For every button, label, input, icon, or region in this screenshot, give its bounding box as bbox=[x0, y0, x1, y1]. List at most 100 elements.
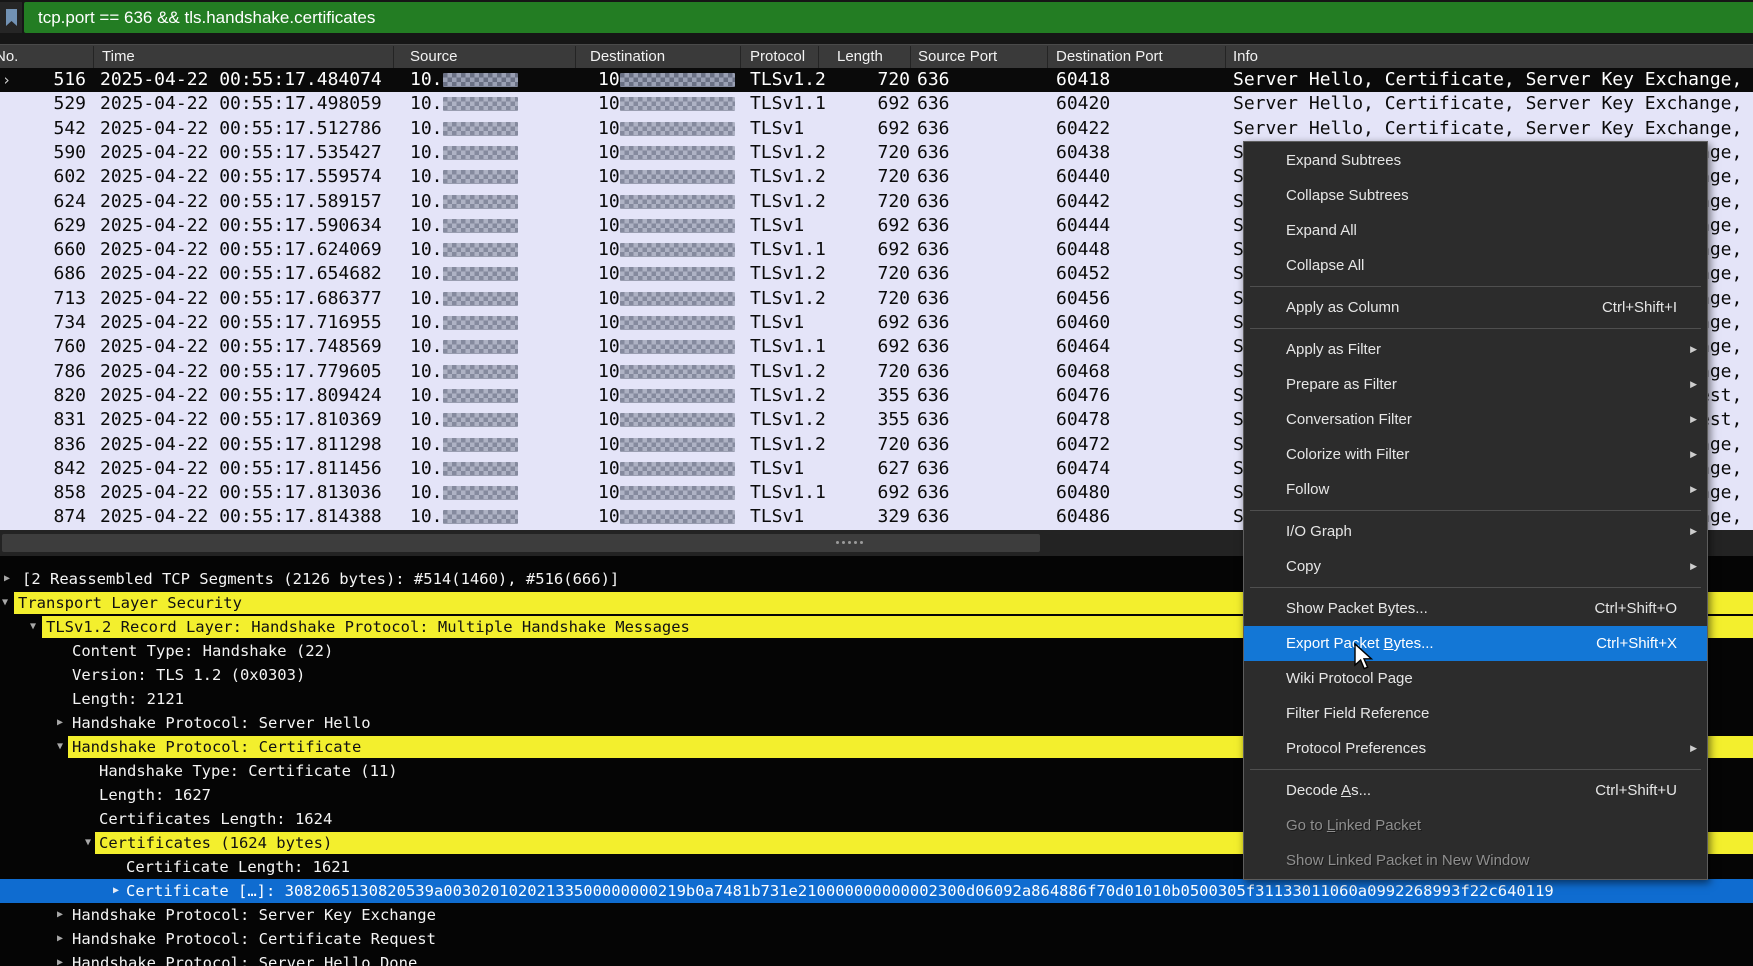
submenu-arrow-icon: ▶ bbox=[1690, 449, 1697, 460]
tree-row-text: Length: 1627 bbox=[99, 783, 211, 807]
cell-length: 692 bbox=[828, 311, 910, 335]
collapse-arrow-icon[interactable]: ▼ bbox=[85, 831, 91, 855]
tree-row-16[interactable]: ▶Handshake Protocol: Server Hello Done bbox=[0, 951, 1753, 966]
cell-destination-port: 60468 bbox=[1056, 360, 1110, 384]
cell-no: 624 bbox=[0, 190, 86, 214]
menu-item-filter-field-reference[interactable]: Filter Field Reference bbox=[1244, 696, 1707, 731]
menu-item-show-packet-bytes[interactable]: Show Packet Bytes...Ctrl+Shift+O bbox=[1244, 591, 1707, 626]
tree-row-15[interactable]: ▶Handshake Protocol: Certificate Request bbox=[0, 927, 1753, 951]
menu-item-copy[interactable]: Copy▶ bbox=[1244, 549, 1707, 584]
column-header-time[interactable]: Time bbox=[102, 45, 135, 69]
cell-info: Server Hello, Certificate, Server Key Ex… bbox=[1233, 92, 1753, 116]
column-separator[interactable] bbox=[1225, 46, 1226, 68]
cell-destination-port: 60452 bbox=[1056, 262, 1110, 286]
expand-arrow-icon[interactable]: ▶ bbox=[57, 903, 63, 927]
cell-destination-port: 60420 bbox=[1056, 92, 1110, 116]
pane-splitter-grip[interactable] bbox=[836, 541, 863, 544]
column-header-info[interactable]: Info bbox=[1233, 45, 1258, 69]
redacted-source-ip bbox=[443, 486, 518, 500]
menu-item-apply-as-filter[interactable]: Apply as Filter▶ bbox=[1244, 332, 1707, 367]
cell-destination-port: 60474 bbox=[1056, 457, 1110, 481]
cell-destination-port: 60472 bbox=[1056, 433, 1110, 457]
scrollbar-handle[interactable] bbox=[2, 534, 1040, 552]
collapse-arrow-icon[interactable]: ▼ bbox=[57, 735, 63, 759]
redacted-destination-ip bbox=[620, 316, 735, 330]
tree-row-13[interactable]: ▶ Certificate […]: 3082065130820539a00302… bbox=[0, 879, 1753, 903]
cell-time: 2025-04-22 00:55:17.484074 bbox=[100, 68, 382, 92]
cell-length: 692 bbox=[828, 238, 910, 262]
submenu-arrow-icon: ▶ bbox=[1690, 561, 1697, 572]
cell-source: 10. bbox=[410, 68, 518, 92]
packet-row-542[interactable]: 5422025-04-22 00:55:17.51278610.10TLSv16… bbox=[0, 117, 1753, 141]
expand-arrow-icon[interactable]: ▶ bbox=[113, 879, 119, 903]
menu-item-follow[interactable]: Follow▶ bbox=[1244, 472, 1707, 507]
column-header-protocol[interactable]: Protocol bbox=[750, 45, 805, 69]
cell-no: 858 bbox=[0, 481, 86, 505]
expand-arrow-icon[interactable]: ▶ bbox=[57, 927, 63, 951]
column-separator[interactable] bbox=[740, 46, 741, 68]
cell-source: 10. bbox=[410, 117, 518, 141]
display-filter-input[interactable]: tcp.port == 636 && tls.handshake.certifi… bbox=[24, 2, 1753, 33]
menu-separator bbox=[1250, 328, 1701, 329]
column-header-destination[interactable]: Destination bbox=[590, 45, 665, 69]
cell-destination-port: 60448 bbox=[1056, 238, 1110, 262]
cell-source: 10. bbox=[410, 335, 518, 359]
column-separator[interactable] bbox=[575, 46, 576, 68]
packet-row-516[interactable]: ›5162025-04-22 00:55:17.48407410.10TLSv1… bbox=[0, 68, 1753, 92]
menu-separator bbox=[1250, 769, 1701, 770]
column-separator[interactable] bbox=[818, 46, 819, 68]
cell-no: 660 bbox=[0, 238, 86, 262]
column-header-destination-port[interactable]: Destination Port bbox=[1056, 45, 1163, 69]
cell-protocol: TLSv1.1 bbox=[750, 92, 826, 116]
cell-time: 2025-04-22 00:55:17.811456 bbox=[100, 457, 382, 481]
cell-destination-port: 60476 bbox=[1056, 384, 1110, 408]
cell-time: 2025-04-22 00:55:17.811298 bbox=[100, 433, 382, 457]
cell-source-port: 636 bbox=[917, 457, 950, 481]
collapse-arrow-icon[interactable]: ▼ bbox=[2, 591, 8, 615]
cell-destination: 10 bbox=[598, 165, 735, 189]
menu-item-conversation-filter[interactable]: Conversation Filter▶ bbox=[1244, 402, 1707, 437]
expand-arrow-icon[interactable]: ▶ bbox=[57, 951, 63, 966]
column-separator[interactable] bbox=[910, 46, 911, 68]
packet-list-header: No. Time Source Destination Protocol Length So… bbox=[0, 44, 1753, 69]
menu-item-protocol-preferences[interactable]: Protocol Preferences▶ bbox=[1244, 731, 1707, 766]
column-header-source[interactable]: Source bbox=[410, 45, 458, 69]
menu-separator bbox=[1250, 510, 1701, 511]
packet-row-529[interactable]: 5292025-04-22 00:55:17.49805910.10TLSv1.… bbox=[0, 92, 1753, 116]
redacted-destination-ip bbox=[620, 243, 735, 257]
menu-item-expand-all[interactable]: Expand All bbox=[1244, 213, 1707, 248]
column-header-no[interactable]: No. bbox=[0, 45, 18, 69]
column-header-source-port[interactable]: Source Port bbox=[918, 45, 997, 69]
cell-protocol: TLSv1.2 bbox=[750, 68, 826, 92]
redacted-source-ip bbox=[443, 389, 518, 403]
expand-arrow-icon[interactable]: ▶ bbox=[4, 567, 10, 591]
collapse-arrow-icon[interactable]: ▼ bbox=[30, 615, 36, 639]
menu-item-export-packet-bytes[interactable]: Export Packet Bytes...Ctrl+Shift+X bbox=[1244, 626, 1707, 661]
column-separator[interactable] bbox=[1047, 46, 1048, 68]
tree-row-14[interactable]: ▶Handshake Protocol: Server Key Exchange bbox=[0, 903, 1753, 927]
filter-bookmark-button[interactable] bbox=[0, 2, 22, 33]
expand-arrow-icon[interactable]: ▶ bbox=[57, 711, 63, 735]
menu-item-apply-as-column[interactable]: Apply as ColumnCtrl+Shift+I bbox=[1244, 290, 1707, 325]
cell-destination-port: 60460 bbox=[1056, 311, 1110, 335]
menu-item-collapse-all[interactable]: Collapse All bbox=[1244, 248, 1707, 283]
cell-no: 713 bbox=[0, 287, 86, 311]
cell-no: 734 bbox=[0, 311, 86, 335]
cell-source: 10. bbox=[410, 214, 518, 238]
cell-destination: 10 bbox=[598, 214, 735, 238]
menu-item-collapse-subtrees[interactable]: Collapse Subtrees bbox=[1244, 178, 1707, 213]
menu-item-prepare-as-filter[interactable]: Prepare as Filter▶ bbox=[1244, 367, 1707, 402]
menu-item-decode-as[interactable]: Decode As...Ctrl+Shift+U bbox=[1244, 773, 1707, 808]
cell-length: 692 bbox=[828, 117, 910, 141]
tree-row-text: Certificate […]: 3082065130820539a003020… bbox=[126, 879, 1554, 903]
menu-item-i-o-graph[interactable]: I/O Graph▶ bbox=[1244, 514, 1707, 549]
column-separator[interactable] bbox=[393, 46, 394, 68]
menu-item-wiki-protocol-page[interactable]: Wiki Protocol Page bbox=[1244, 661, 1707, 696]
menu-item-colorize-with-filter[interactable]: Colorize with Filter▶ bbox=[1244, 437, 1707, 472]
cell-length: 329 bbox=[828, 505, 910, 529]
column-separator[interactable] bbox=[93, 46, 94, 68]
menu-item-expand-subtrees[interactable]: Expand Subtrees bbox=[1244, 143, 1707, 178]
column-header-length[interactable]: Length bbox=[837, 45, 883, 69]
cell-source: 10. bbox=[410, 384, 518, 408]
cell-length: 720 bbox=[828, 165, 910, 189]
